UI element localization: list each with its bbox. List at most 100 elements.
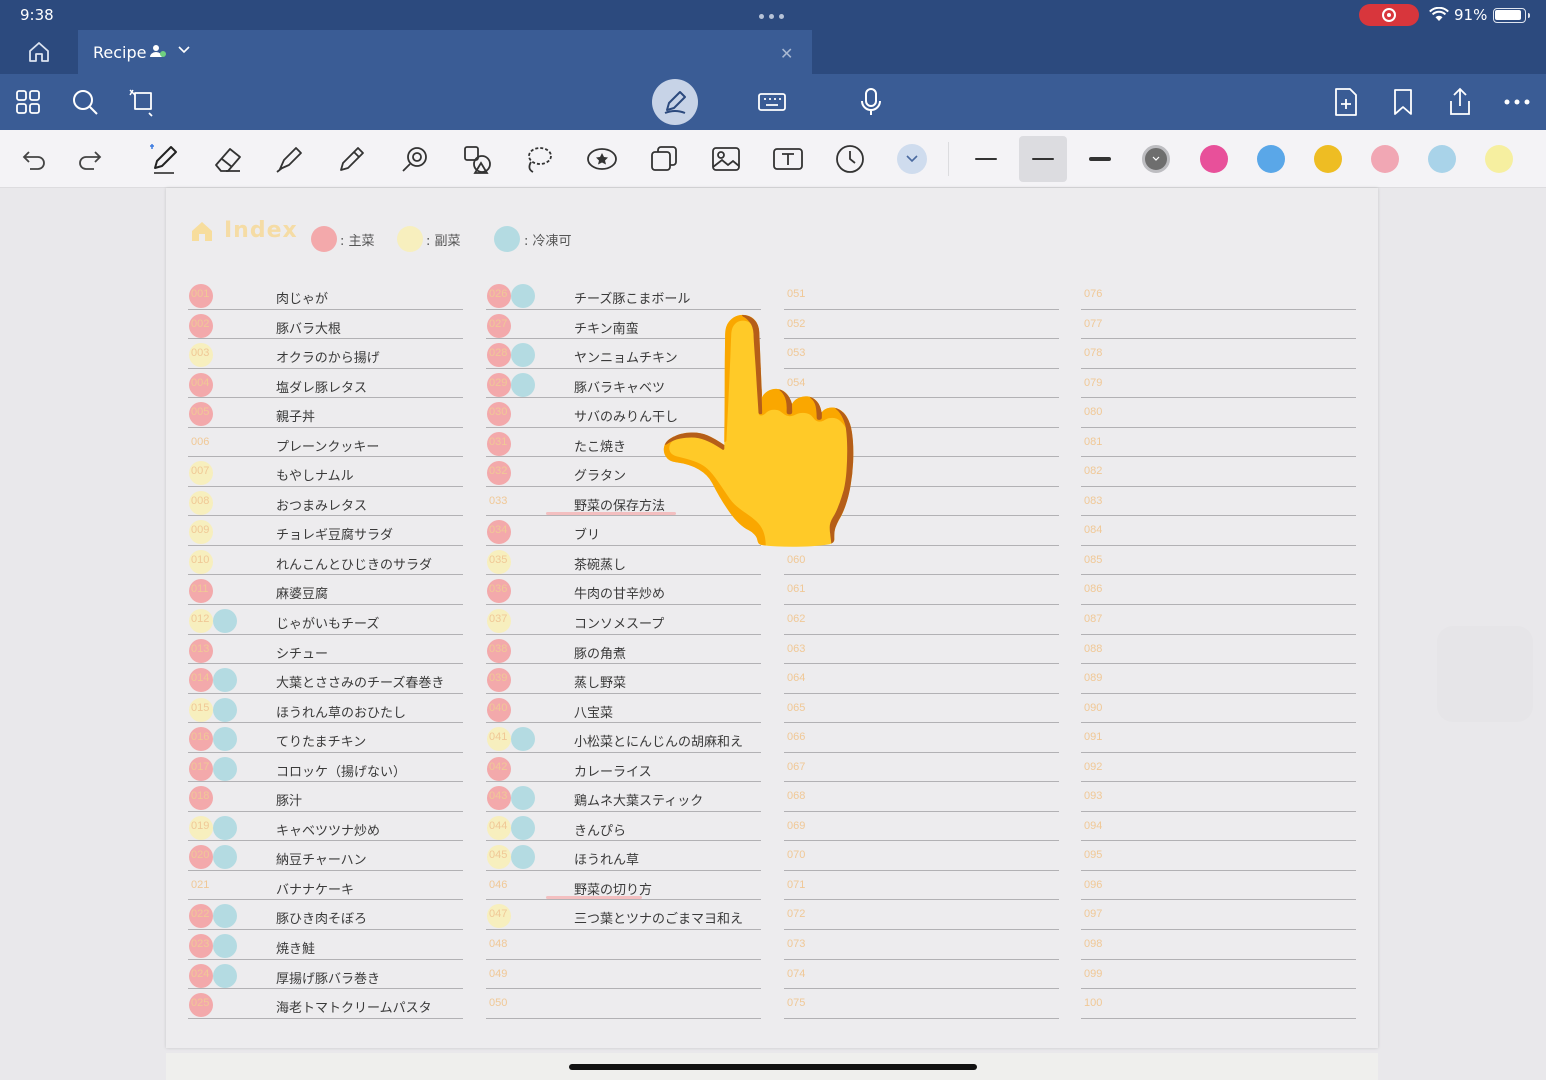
list-item[interactable]: 009 チョレギ豆腐サラダ <box>188 516 463 546</box>
color-swatch-light-pink[interactable] <box>1371 145 1399 173</box>
shapes-icon[interactable] <box>460 142 494 176</box>
list-item[interactable]: 097 <box>1081 900 1356 931</box>
list-item[interactable]: 039 蒸し野菜 <box>486 664 761 694</box>
list-item[interactable]: 069 <box>784 812 1059 842</box>
list-item[interactable]: 015 ほうれん草のおひたし <box>188 694 463 724</box>
list-item[interactable]: 094 <box>1081 812 1356 842</box>
list-item[interactable]: 010 れんこんとひじきのサラダ <box>188 546 463 576</box>
highlighter-icon[interactable] <box>273 142 307 176</box>
list-item[interactable]: 073 <box>784 930 1059 960</box>
close-tab-icon[interactable]: ✕ <box>780 44 793 63</box>
list-item[interactable]: 014 大葉とささみのチーズ春巻き <box>188 664 463 694</box>
list-item[interactable]: 044 きんぴら <box>486 812 761 842</box>
color-swatch-yellow[interactable] <box>1314 145 1342 173</box>
list-item[interactable]: 001 肉じゃが <box>188 280 463 310</box>
pen-mode-button[interactable] <box>652 79 698 125</box>
list-item[interactable]: 045 ほうれん草 <box>486 841 761 871</box>
home-tab[interactable] <box>0 30 78 74</box>
list-item[interactable]: 077 <box>1081 310 1356 340</box>
list-item[interactable]: 050 <box>486 989 761 1019</box>
color-swatch-pink[interactable] <box>1200 145 1228 173</box>
list-item[interactable]: 041 小松菜とにんじんの胡麻和え <box>486 723 761 753</box>
shape-icon[interactable] <box>126 86 158 118</box>
add-page-icon[interactable] <box>1330 86 1362 118</box>
list-item[interactable]: 038 豚の角煮 <box>486 635 761 665</box>
list-item[interactable]: 093 <box>1081 782 1356 812</box>
list-item[interactable]: 074 <box>784 960 1059 990</box>
bookmark-icon[interactable] <box>1387 86 1419 118</box>
list-item[interactable]: 099 <box>1081 960 1356 990</box>
list-item[interactable]: 080 <box>1081 398 1356 428</box>
element-icon[interactable] <box>647 142 681 176</box>
keyboard-icon[interactable] <box>756 86 788 118</box>
list-item[interactable]: 081 <box>1081 428 1356 458</box>
list-item[interactable]: 090 <box>1081 694 1356 724</box>
list-item[interactable]: 072 <box>784 900 1059 931</box>
list-item[interactable]: 076 <box>1081 280 1356 310</box>
list-item[interactable]: 019 キャベツツナ炒め <box>188 812 463 842</box>
list-item[interactable]: 079 <box>1081 369 1356 399</box>
list-item[interactable]: 062 <box>784 605 1059 635</box>
chevron-down-icon[interactable] <box>178 46 190 54</box>
stroke-thin[interactable] <box>963 144 1009 174</box>
list-item[interactable]: 087 <box>1081 605 1356 635</box>
list-item[interactable]: 084 <box>1081 516 1356 546</box>
color-swatch-light-blue[interactable] <box>1428 145 1456 173</box>
list-item[interactable]: 065 <box>784 694 1059 724</box>
list-item[interactable]: 089 <box>1081 664 1356 694</box>
list-item[interactable]: 098 <box>1081 930 1356 960</box>
list-item[interactable]: 064 <box>784 664 1059 694</box>
stroke-medium[interactable] <box>1019 136 1067 182</box>
eraser-icon[interactable] <box>211 142 245 176</box>
list-item[interactable]: 086 <box>1081 575 1356 606</box>
share-icon[interactable] <box>1444 86 1476 118</box>
list-item[interactable]: 021 バナナケーキ <box>188 871 463 901</box>
image-icon[interactable] <box>709 142 743 176</box>
list-item[interactable]: 082 <box>1081 457 1356 487</box>
sticker-icon[interactable] <box>585 142 619 176</box>
list-item[interactable]: 096 <box>1081 871 1356 901</box>
list-item[interactable]: 091 <box>1081 723 1356 753</box>
text-box-icon[interactable] <box>771 142 805 176</box>
list-item[interactable]: 008 おつまみレタス <box>188 487 463 517</box>
pen-tool-icon[interactable] <box>148 142 182 176</box>
list-item[interactable]: 047 三つ葉とツナのごまマヨ和え <box>486 900 761 931</box>
list-item[interactable]: 012 じゃがいもチーズ <box>188 605 463 635</box>
list-item[interactable]: 078 <box>1081 339 1356 369</box>
list-item[interactable]: 043 鶏ムネ大葉スティック <box>486 782 761 812</box>
list-item[interactable]: 002 豚バラ大根 <box>188 310 463 340</box>
list-item[interactable]: 018 豚汁 <box>188 782 463 812</box>
list-item[interactable]: 061 <box>784 575 1059 606</box>
tab-recipe[interactable]: Recipe ✕ <box>78 30 812 74</box>
screen-recording-indicator[interactable] <box>1359 4 1419 26</box>
list-item[interactable]: 071 <box>784 871 1059 901</box>
list-item[interactable]: 016 てりたまチキン <box>188 723 463 753</box>
clock-icon[interactable] <box>833 142 867 176</box>
more-icon[interactable] <box>1501 86 1533 118</box>
list-item[interactable]: 003 オクラのから揚げ <box>188 339 463 369</box>
scroll-handle[interactable] <box>1437 626 1533 722</box>
list-item[interactable]: 048 <box>486 930 761 960</box>
list-item[interactable]: 004 塩ダレ豚レタス <box>188 369 463 399</box>
list-item[interactable]: 007 もやしナムル <box>188 457 463 487</box>
list-item[interactable]: 037 コンソメスープ <box>486 605 761 635</box>
list-item[interactable]: 100 <box>1081 989 1356 1019</box>
color-swatch-light-yellow[interactable] <box>1485 145 1513 173</box>
pencil-icon[interactable] <box>335 142 369 176</box>
undo-icon[interactable] <box>17 142 51 176</box>
list-item[interactable]: 070 <box>784 841 1059 871</box>
multitasking-dots[interactable] <box>759 6 789 24</box>
list-item[interactable]: 068 <box>784 782 1059 812</box>
color-swatch-blue[interactable] <box>1257 145 1285 173</box>
lasso-icon[interactable] <box>522 142 556 176</box>
stroke-thick[interactable] <box>1077 144 1123 174</box>
list-item[interactable]: 036 牛肉の甘辛炒め <box>486 575 761 606</box>
list-item[interactable]: 088 <box>1081 635 1356 665</box>
grid-icon[interactable] <box>12 86 44 118</box>
list-item[interactable]: 025 海老トマトクリームパスタ <box>188 989 463 1019</box>
list-item[interactable]: 011 麻婆豆腐 <box>188 575 463 606</box>
list-item[interactable]: 042 カレーライス <box>486 753 761 783</box>
list-item[interactable]: 049 <box>486 960 761 990</box>
list-item[interactable]: 046 野菜の切り方 <box>486 871 761 901</box>
list-item[interactable]: 005 親子丼 <box>188 398 463 428</box>
